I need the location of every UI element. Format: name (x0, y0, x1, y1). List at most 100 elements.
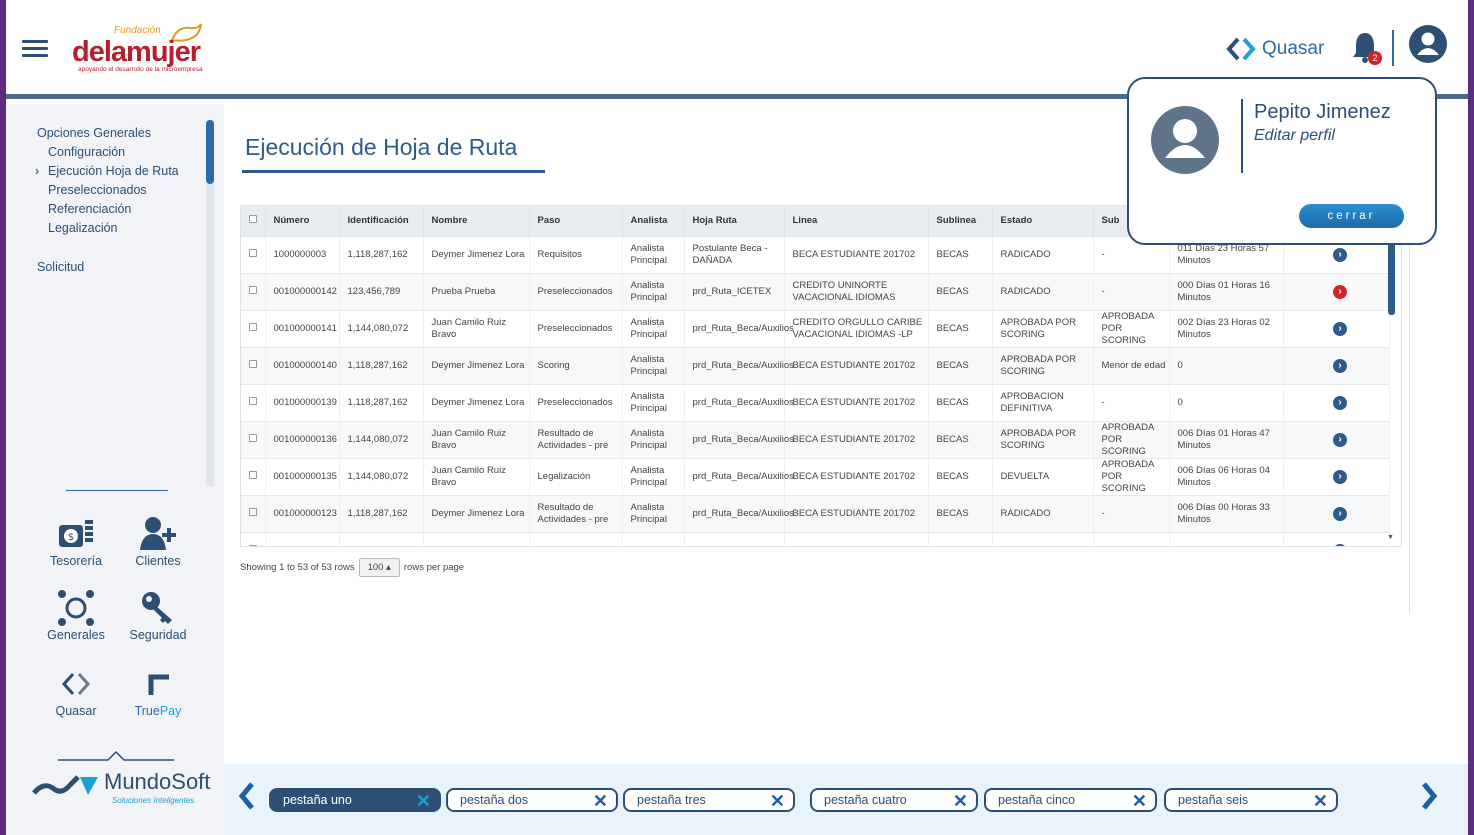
table-row[interactable]: 001000000141 1,144,080,072 Juan Camilo Rui… (241, 309, 1390, 347)
table-cell: prd_Ruta_Beca/Auxilios (684, 420, 794, 458)
app-seguridad[interactable]: Seguridad (122, 588, 194, 642)
close-icon[interactable]: ✕ (593, 791, 608, 811)
table-row[interactable]: 001000000135 1,144,080,072 Juan Camilo Rui… (241, 457, 1390, 495)
chevron-circle-right-icon[interactable]: › (1333, 432, 1347, 447)
table-cell: 001000000135 (265, 457, 340, 495)
table-row[interactable]: 001000000136 1,144,080,072 Juan Camilo Rui… (241, 420, 1390, 458)
scroll-down-arrow-icon[interactable]: ▼ (1387, 534, 1394, 541)
sidebar-group-solicitud[interactable]: Solicitud (37, 258, 179, 277)
quasar-link[interactable]: Quasar (1226, 36, 1324, 62)
col-header[interactable]: Paso (529, 206, 623, 236)
sidebar-scroll-thumb[interactable] (206, 120, 214, 184)
app-truepay[interactable]: TruePay (122, 664, 194, 718)
tab-label: pestaña uno (283, 793, 352, 807)
close-icon[interactable]: ✕ (1132, 791, 1147, 811)
chevron-circle-right-icon[interactable]: › (1333, 321, 1347, 336)
chevron-right-icon[interactable] (1416, 778, 1442, 814)
title-underline (242, 170, 545, 173)
row-checkbox[interactable] (241, 457, 266, 495)
chevron-circle-right-icon[interactable]: › (1333, 247, 1347, 262)
sidebar-item-legalizacion[interactable]: Legalización (37, 219, 179, 238)
row-checkbox[interactable] (241, 383, 266, 421)
sidebar-item-preseleccionados[interactable]: Preseleccionados (37, 181, 179, 200)
row-action[interactable]: › (1283, 272, 1390, 310)
edit-profile-link[interactable]: Editar perfil (1254, 127, 1335, 145)
quasar-label: Quasar (1262, 38, 1325, 59)
tab-6[interactable]: pestaña seis ✕ (1164, 788, 1338, 812)
row-checkbox[interactable] (241, 235, 266, 273)
table-row[interactable]: Analista 008 Días 05 Horas 01 › (241, 531, 1390, 546)
table-row[interactable]: 001000000123 1,118,287,162 Deymer Jimenez … (241, 494, 1390, 532)
tab-1[interactable]: pestaña uno ✕ (269, 788, 441, 812)
profile-avatar-icon (1151, 106, 1219, 174)
app-generales[interactable]: Generales (40, 588, 112, 642)
col-header[interactable]: Nombre (423, 206, 530, 236)
app-label: Seguridad (129, 628, 187, 642)
sidebar-item-ejecucion[interactable]: › Ejecución Hoja de Ruta (35, 162, 179, 181)
chevron-circle-right-icon[interactable]: › (1333, 395, 1347, 410)
col-header[interactable]: Identificación (339, 206, 424, 236)
col-header[interactable]: Sublinea (928, 206, 993, 236)
close-icon[interactable]: ✕ (1313, 791, 1328, 811)
row-action[interactable]: › (1283, 494, 1390, 532)
chevron-circle-right-icon[interactable]: › (1333, 469, 1347, 484)
mundosoft-wave-icon (32, 775, 98, 795)
col-header[interactable]: Estado (992, 206, 1094, 236)
table-cell: prd_Ruta_Beca/Auxilios (684, 494, 794, 532)
sidebar-item-configuracion[interactable]: Configuración (37, 143, 179, 162)
row-action[interactable]: › (1283, 531, 1390, 546)
row-action[interactable]: › (1283, 346, 1390, 384)
tab-bar: pestaña uno ✕ pestaña dos ✕ pestaña tres ✕ … (224, 764, 1468, 835)
hamburger-menu-icon[interactable] (22, 40, 48, 58)
page-size-select[interactable]: 100 ▴ (358, 558, 400, 577)
row-checkbox[interactable] (241, 272, 266, 310)
sidebar-item-referenciacion[interactable]: Referenciación (37, 200, 179, 219)
app-quasar[interactable]: Quasar (40, 664, 112, 718)
quasar-icon (1226, 37, 1256, 61)
sidebar-divider-chevron (58, 750, 174, 761)
table-cell: 1,118,287,162 (339, 235, 424, 273)
table-row[interactable]: 001000000139 1,118,287,162 Deymer Jimenez … (241, 383, 1390, 421)
tab-2[interactable]: pestaña dos ✕ (446, 788, 618, 812)
close-icon[interactable]: ✕ (770, 791, 785, 811)
row-action[interactable]: › (1283, 457, 1390, 495)
sidebar-scrollbar[interactable] (206, 120, 214, 486)
app-clientes[interactable]: Clientes (122, 514, 194, 568)
col-header[interactable]: Analista (622, 206, 685, 236)
chevron-circle-right-icon[interactable]: › (1333, 358, 1347, 373)
table-row[interactable]: 001000000140 1,118,287,162 Deymer Jimenez … (241, 346, 1390, 384)
table-cell: 001000000139 (265, 383, 340, 421)
close-profile-button[interactable]: cerrar (1299, 204, 1404, 228)
close-icon[interactable]: ✕ (953, 791, 968, 811)
table-cell: Deymer Jimenez Lora (423, 494, 530, 532)
row-checkbox[interactable] (241, 346, 266, 384)
chevron-circle-right-icon[interactable]: › (1333, 284, 1347, 299)
app-label: Quasar (55, 704, 97, 718)
sidebar-group-general[interactable]: Opciones Generales (37, 124, 179, 143)
select-all-checkbox[interactable] (241, 206, 266, 236)
table-cell: DEVUELTA (992, 457, 1094, 495)
col-header[interactable]: Número (265, 206, 340, 236)
tab-4[interactable]: pestaña cuatro ✕ (810, 788, 978, 812)
chevron-left-icon[interactable] (234, 778, 260, 814)
chevron-circle-right-icon[interactable]: › (1333, 543, 1347, 546)
row-checkbox[interactable] (241, 494, 266, 532)
chevron-circle-right-icon[interactable]: › (1333, 506, 1347, 521)
tab-3[interactable]: pestaña tres ✕ (623, 788, 795, 812)
row-action[interactable]: › (1283, 309, 1390, 347)
close-icon[interactable]: ✕ (416, 791, 431, 811)
row-action[interactable]: › (1283, 420, 1390, 458)
table-cell: prd_Ruta_Beca/Auxilios (684, 457, 794, 495)
app-tesoreria[interactable]: $ Tesorería (40, 514, 112, 568)
tab-5[interactable]: pestaña cinco ✕ (984, 788, 1157, 812)
table-row[interactable]: 001000000142 123,456,789 Prueba Prueba Pres… (241, 272, 1390, 310)
col-header[interactable]: Hoja Ruta (684, 206, 785, 236)
row-checkbox[interactable] (241, 309, 266, 347)
row-checkbox[interactable] (241, 531, 266, 546)
row-action[interactable]: › (1283, 383, 1390, 421)
user-avatar-icon[interactable] (1409, 25, 1447, 63)
table-scroll-thumb[interactable] (1388, 241, 1395, 315)
col-header[interactable]: Linea (784, 206, 929, 236)
row-checkbox[interactable] (241, 420, 266, 458)
table-cell: Requisitos (529, 235, 623, 273)
